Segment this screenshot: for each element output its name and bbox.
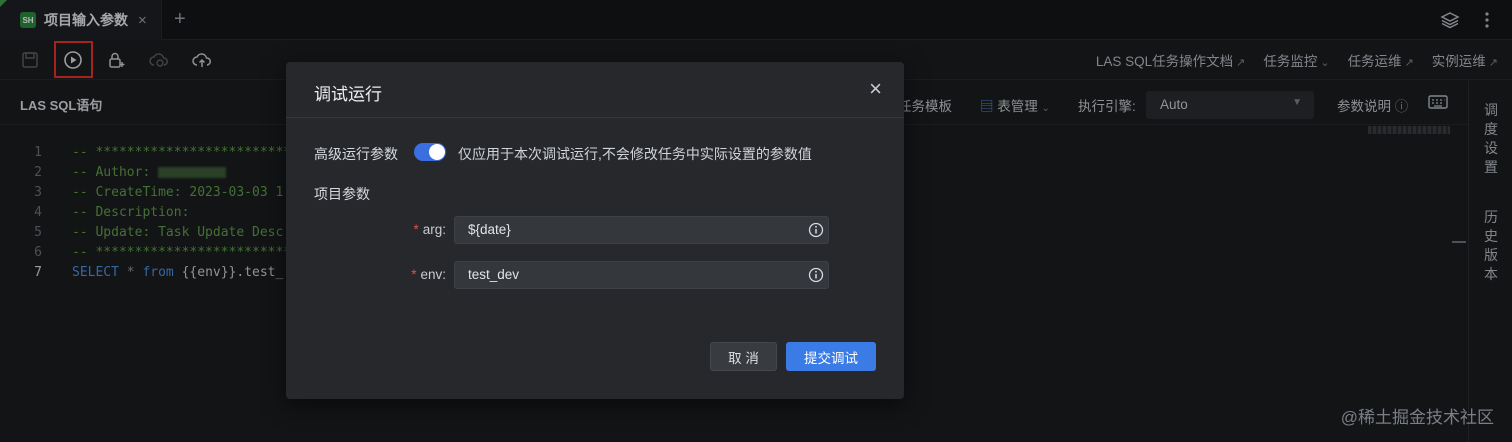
close-icon[interactable]: × (869, 76, 882, 102)
info-icon[interactable] (808, 267, 824, 283)
env-label: * env: (411, 267, 446, 282)
arg-input[interactable]: ${date} (454, 216, 829, 244)
project-params-label: 项目参数 (314, 186, 370, 202)
arg-label: * arg: (413, 222, 446, 237)
submit-debug-button[interactable]: 提交调试 (786, 342, 876, 371)
toggle-knob (429, 144, 445, 160)
cancel-button[interactable]: 取 消 (710, 342, 777, 371)
advanced-params-label: 高级运行参数 (314, 146, 398, 162)
dialog-header: 调试运行 × (286, 62, 904, 118)
debug-run-dialog: 调试运行 × 高级运行参数 仅应用于本次调试运行,不会修改任务中实际设置的参数值… (286, 62, 904, 399)
info-icon[interactable] (808, 222, 824, 238)
env-input[interactable]: test_dev (454, 261, 829, 289)
advanced-params-hint: 仅应用于本次调试运行,不会修改任务中实际设置的参数值 (458, 146, 812, 162)
advanced-params-toggle[interactable] (414, 143, 446, 161)
dialog-title: 调试运行 (314, 85, 382, 104)
watermark: @稀土掘金技术社区 (1340, 408, 1494, 427)
